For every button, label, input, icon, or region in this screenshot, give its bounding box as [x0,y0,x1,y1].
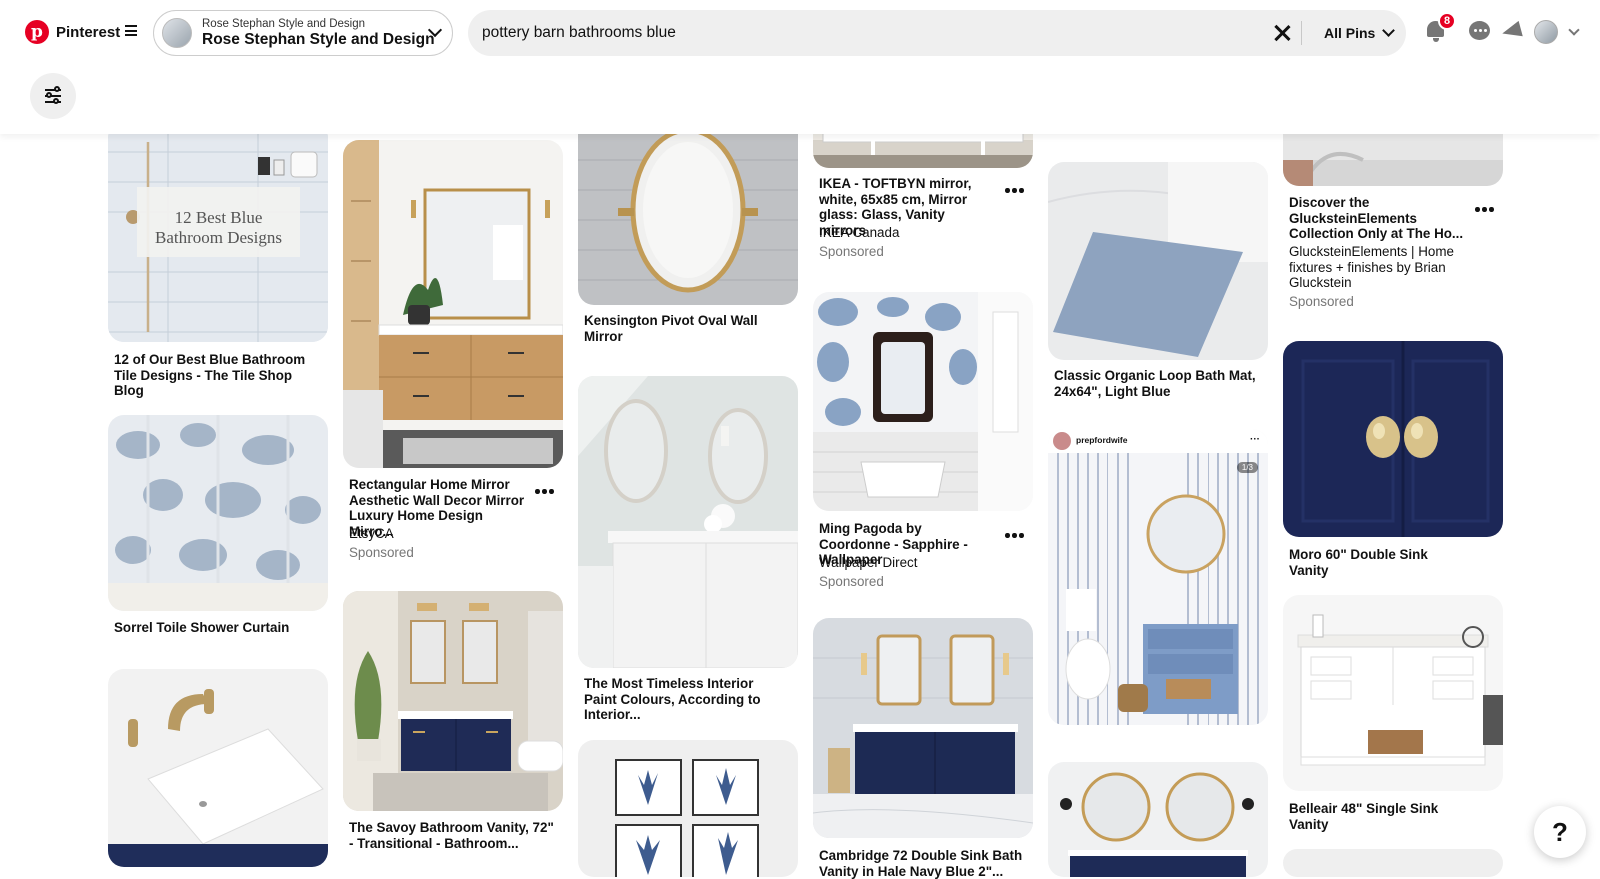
messages-icon[interactable] [1467,18,1493,44]
pin-image[interactable]: 12 Best Blue Bathroom Designs [108,122,328,342]
pin-source[interactable]: IKEA Canada [819,225,1009,241]
overlay-line-1: 12 Best Blue [174,208,263,227]
pin-image[interactable] [108,669,328,867]
pin-title[interactable]: The Most Timeless Interior Paint Colours… [584,676,789,723]
pin-type-filter[interactable]: All Pins [1324,25,1375,41]
pin-image[interactable] [813,292,1033,511]
pin-title[interactable]: Discover the GlucksteinElements Collecti… [1289,195,1465,242]
account-avatar [162,18,192,48]
sponsored-label: Sponsored [1289,294,1354,309]
help-button[interactable]: ? [1534,806,1586,858]
pin-image[interactable] [1048,162,1268,360]
pin-title[interactable]: Moro 60" Double Sink Vanity [1289,547,1465,578]
search-filters-button[interactable] [30,73,76,119]
notification-count-badge: 8 [1438,12,1456,30]
pin-title[interactable]: Cambridge 72 Double Sink Bath Vanity in … [819,848,1024,879]
clear-search-icon[interactable] [1273,24,1291,42]
account-name: Rose Stephan Style and Design [202,30,435,48]
pin-image[interactable] [343,591,563,811]
pin-image[interactable] [813,618,1033,838]
accounts-menu-chevron-icon[interactable] [1568,24,1580,36]
logo-text: Pinterest [56,23,121,41]
pin-source[interactable]: GlucksteinElements | Home fixtures + fin… [1289,244,1479,291]
pin-image[interactable] [1283,341,1503,537]
creator-more-icon[interactable]: ··· [1250,434,1260,445]
updates-megaphone-icon[interactable] [1500,18,1526,44]
pin-title[interactable]: 12 of Our Best Blue Bathroom Tile Design… [114,352,319,399]
sponsored-label: Sponsored [819,574,884,589]
pin-title[interactable]: Kensington Pivot Oval Wall Mirror [584,313,760,344]
pinterest-logo-icon: p [25,20,49,44]
pin-image[interactable] [578,376,798,668]
pin-title[interactable]: Belleair 48" Single Sink Vanity [1289,801,1465,832]
more-options-button[interactable] [535,486,557,496]
overlay-line-2: Bathroom Designs [154,228,283,247]
sponsored-label: Sponsored [349,545,414,560]
profile-avatar[interactable] [1534,20,1558,44]
pin-image[interactable] [343,140,563,468]
search-divider [1301,21,1302,45]
pin-source[interactable]: EtsyCA [349,526,539,542]
pin-title[interactable]: The Savoy Bathroom Vanity, 72" - Transit… [349,820,554,851]
more-options-button[interactable] [1005,185,1027,195]
pin-source[interactable]: Wallpaper Direct [819,555,1009,571]
account-subtitle: Rose Stephan Style and Design [202,18,366,31]
pin-image[interactable] [1283,849,1503,877]
search-input[interactable] [482,21,1182,45]
top-navigation-bar: p Pinterest Rose Stephan Style and Desig… [0,0,1600,64]
creator-avatar[interactable] [1053,432,1071,450]
pin-title[interactable]: Sorrel Toile Shower Curtain [114,620,319,636]
more-options-button[interactable] [1005,530,1027,540]
more-options-button[interactable] [1475,204,1497,214]
pin-image[interactable] [1048,762,1268,877]
menu-icon[interactable] [125,25,137,36]
pin-image[interactable] [1283,595,1503,791]
pin-image[interactable] [108,415,328,611]
search-bar: All Pins [468,10,1406,56]
slide-counter: 1/3 [1236,462,1258,473]
pin-title[interactable]: Classic Organic Loop Bath Mat, 24x64", L… [1054,368,1259,399]
pin-image[interactable] [578,740,798,877]
pinterest-logo[interactable]: p Pinterest [25,20,120,44]
account-switcher[interactable]: Rose Stephan Style and Design Rose Steph… [153,10,453,56]
pin-image[interactable]: prepfordwife ··· 1/3 [1048,429,1268,725]
pin-overlay-text: 12 Best Blue Bathroom Designs [137,208,300,248]
creator-name[interactable]: prepfordwife [1076,435,1127,445]
sponsored-label: Sponsored [819,244,884,259]
chevron-down-icon[interactable] [1382,24,1395,37]
filter-bar [0,64,1600,134]
